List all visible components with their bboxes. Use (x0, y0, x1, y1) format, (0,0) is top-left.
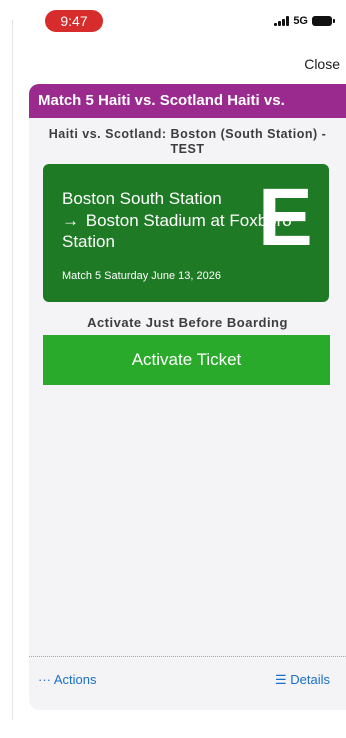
activate-ticket-button[interactable]: Activate Ticket (43, 335, 330, 385)
route-origin: Boston South Station (62, 189, 222, 208)
network-type-label: 5G (293, 15, 308, 27)
event-title: Haiti vs. Scotland: Boston (South Statio… (48, 127, 327, 156)
ticket-banner: Match 5 Haiti vs. Scotland Haiti vs. (29, 84, 346, 118)
close-button[interactable]: Close (304, 56, 340, 72)
signal-icon (274, 16, 290, 26)
ticket-date: Match 5 Saturday June 13, 2026 (62, 270, 221, 282)
arrow-right-icon: → (62, 211, 79, 230)
status-icons: 5G (274, 15, 335, 27)
status-time: 9:47 (45, 10, 103, 32)
details-button[interactable]: ☰ Details (275, 672, 330, 688)
ticket-visual: Boston South Station → Boston Stadium at… (43, 164, 329, 302)
battery-icon (312, 16, 335, 26)
status-bar: 9:47 5G (0, 0, 346, 40)
zone-letter: E (258, 172, 313, 263)
page-edge-divider (12, 20, 13, 720)
activate-hint: Activate Just Before Boarding (87, 315, 288, 330)
ticket-card: Match 5 Haiti vs. Scotland Haiti vs. Hai… (29, 84, 346, 710)
footer-divider (29, 656, 346, 657)
actions-button[interactable]: ··· Actions (38, 672, 97, 687)
